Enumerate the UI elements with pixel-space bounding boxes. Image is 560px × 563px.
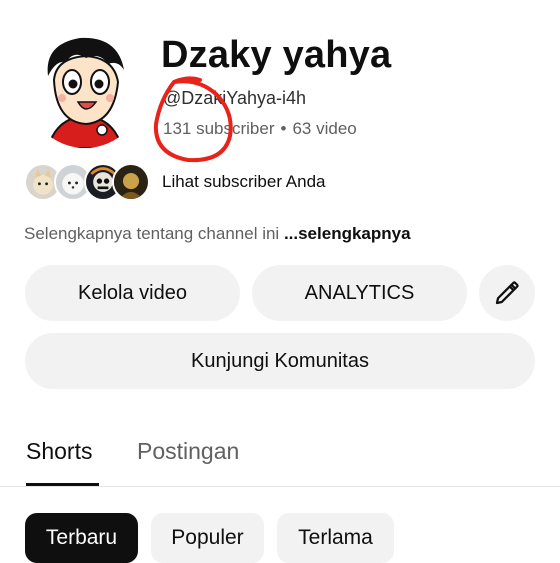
filter-chip-popular[interactable]: Populer [151, 513, 264, 563]
analytics-button[interactable]: ANALYTICS [252, 265, 467, 321]
view-subscribers-link[interactable]: Lihat subscriber Anda [162, 172, 326, 192]
subscriber-count: 131 subscriber [163, 119, 275, 138]
description-more-link[interactable]: ...selengkapnya [284, 224, 411, 243]
avatar-cartoon-image [26, 30, 144, 148]
tab-posts[interactable]: Postingan [137, 438, 239, 465]
tabs-divider [0, 486, 560, 487]
pencil-icon [495, 281, 519, 305]
channel-description[interactable]: Selengkapnya tentang channel ini ...sele… [24, 224, 411, 244]
channel-avatar[interactable] [26, 30, 144, 148]
description-text: Selengkapnya tentang channel ini [24, 224, 284, 243]
filter-chip-newest[interactable]: Terbaru [25, 513, 138, 563]
channel-handle: @DzakiYahya-i4h [163, 88, 306, 108]
video-count: 63 video [292, 119, 357, 138]
channel-stats: 131 subscriber • 63 video [163, 119, 357, 139]
subscriber-avatars[interactable] [24, 163, 154, 201]
edit-channel-button[interactable] [479, 265, 535, 321]
visit-community-button[interactable]: Kunjungi Komunitas [25, 333, 535, 389]
channel-name: Dzaky yahya [161, 34, 392, 76]
tab-shorts[interactable]: Shorts [26, 438, 92, 465]
subscriber-avatar [112, 163, 150, 201]
filter-chip-oldest[interactable]: Terlama [277, 513, 394, 563]
stats-separator: • [280, 119, 287, 138]
manage-videos-button[interactable]: Kelola video [25, 265, 240, 321]
